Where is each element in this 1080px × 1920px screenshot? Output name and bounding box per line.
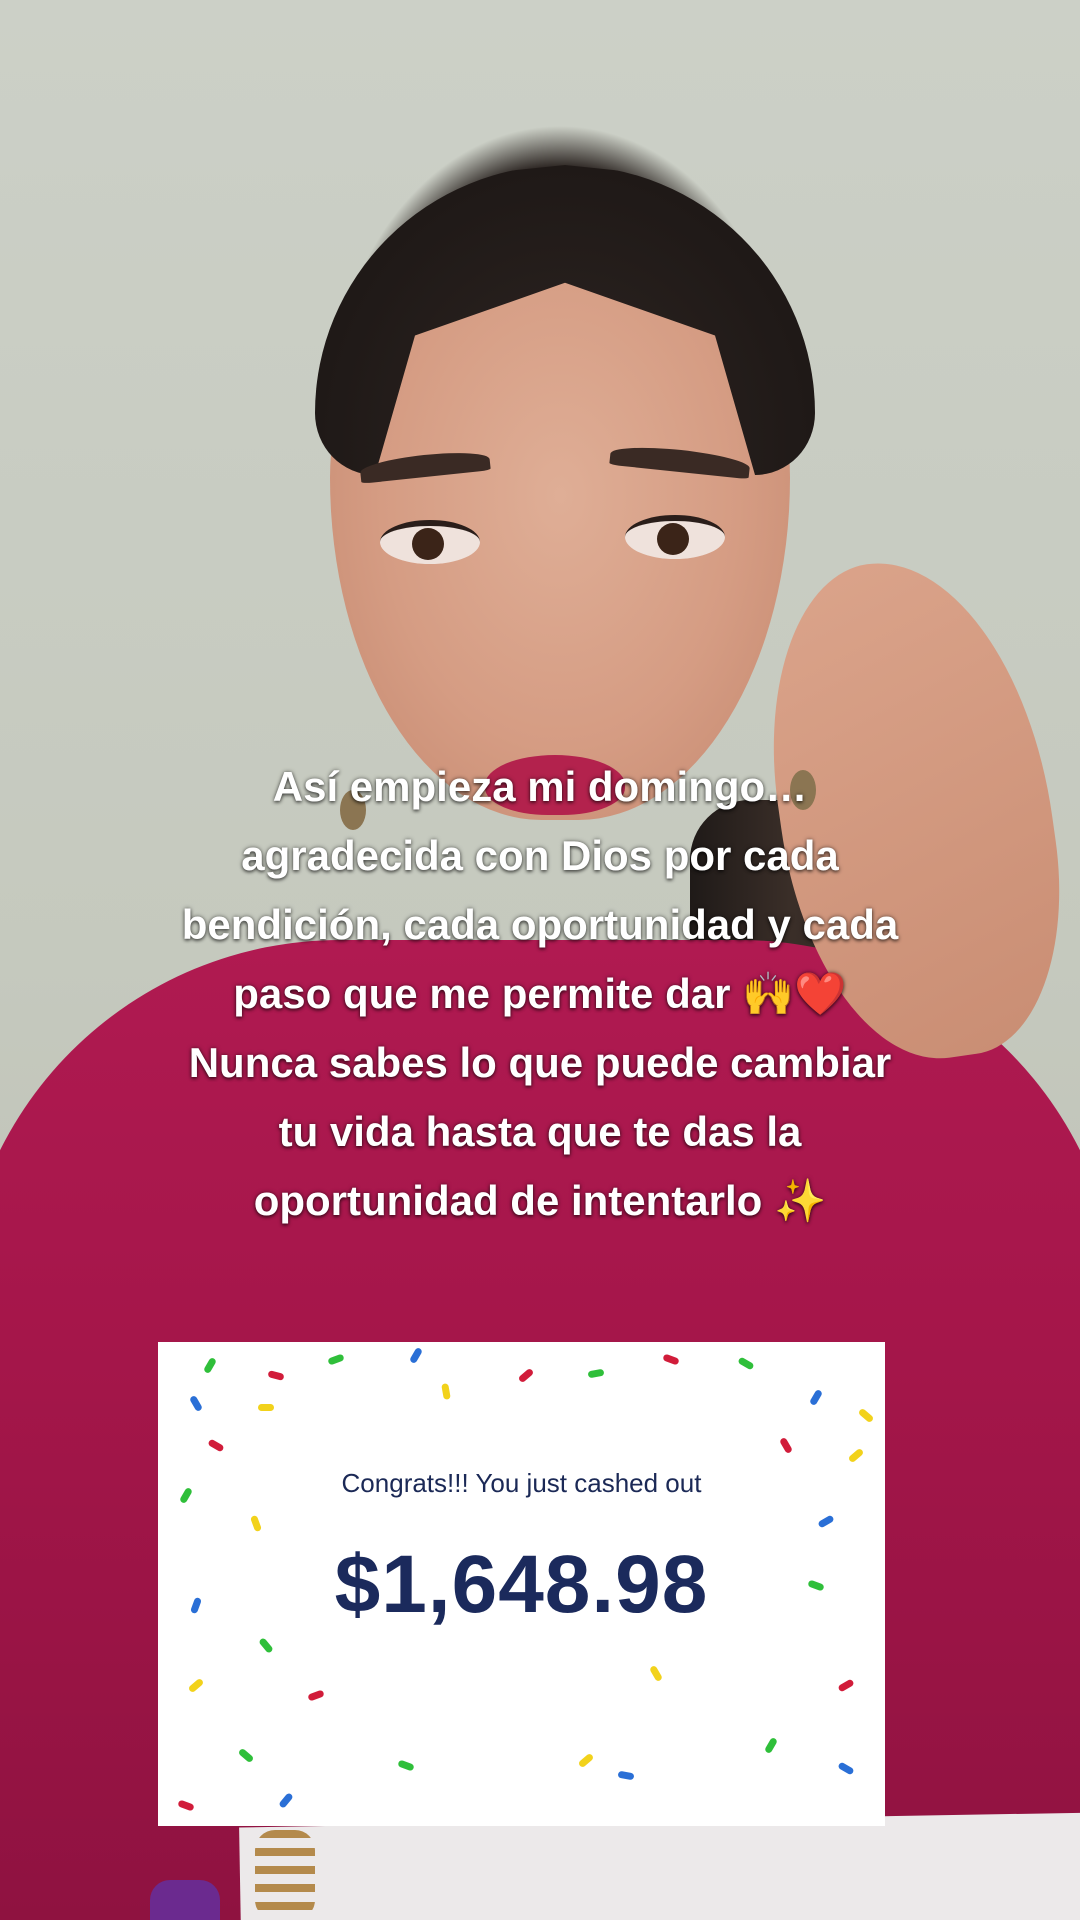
confetti-piece bbox=[397, 1759, 415, 1772]
confetti-piece bbox=[408, 1346, 424, 1365]
caption-line: bendición, cada oportunidad y cada bbox=[181, 901, 899, 948]
confetti-piece bbox=[237, 1747, 255, 1764]
confetti-piece bbox=[249, 1514, 263, 1533]
confetti-piece bbox=[187, 1677, 205, 1694]
confetti-piece bbox=[817, 1514, 835, 1529]
confetti-piece bbox=[847, 1447, 865, 1464]
confetti-piece bbox=[441, 1383, 451, 1400]
confetti-piece bbox=[258, 1404, 274, 1411]
notebook bbox=[239, 1812, 1080, 1920]
confetti-piece bbox=[207, 1438, 225, 1453]
confetti-piece bbox=[577, 1752, 595, 1769]
video-frame: Así empieza mi domingo… agradecida con D… bbox=[0, 0, 1080, 1920]
confetti-piece bbox=[307, 1689, 325, 1702]
confetti-piece bbox=[177, 1799, 195, 1812]
caption-line: paso que me permite dar 🙌❤️ bbox=[233, 970, 847, 1017]
caption-line: agradecida con Dios por cada bbox=[241, 832, 839, 879]
confetti-piece bbox=[648, 1664, 664, 1683]
confetti-piece bbox=[587, 1368, 605, 1379]
confetti-piece bbox=[778, 1436, 794, 1455]
caption-line: Nunca sabes lo que puede cambiar bbox=[188, 1039, 892, 1086]
caption-line: tu vida hasta que te das la bbox=[278, 1108, 802, 1155]
confetti-piece bbox=[763, 1736, 779, 1755]
confetti-piece bbox=[517, 1367, 535, 1384]
confetti-piece bbox=[617, 1770, 635, 1781]
cashout-amount: $1,648.98 bbox=[334, 1539, 709, 1630]
confetti-piece bbox=[267, 1370, 285, 1381]
confetti-piece bbox=[188, 1394, 204, 1413]
right-eye bbox=[625, 515, 725, 559]
left-eye bbox=[380, 520, 480, 564]
confetti-piece bbox=[327, 1353, 345, 1366]
notebook-spiral bbox=[255, 1830, 315, 1920]
confetti-piece bbox=[202, 1356, 218, 1375]
caption-line: Así empieza mi domingo… bbox=[272, 763, 808, 810]
caption-line: oportunidad de intentarlo ✨ bbox=[253, 1177, 827, 1224]
marker-pen bbox=[150, 1880, 220, 1920]
confetti-piece bbox=[857, 1407, 875, 1424]
confetti-piece bbox=[278, 1792, 294, 1809]
congrats-message: Congrats!!! You just cashed out bbox=[341, 1468, 702, 1498]
confetti-piece bbox=[662, 1353, 680, 1366]
confetti-piece bbox=[258, 1637, 274, 1654]
confetti-piece bbox=[837, 1761, 855, 1776]
confetti-piece bbox=[837, 1678, 855, 1693]
confetti-piece bbox=[808, 1388, 824, 1407]
video-caption: Así empieza mi domingo… agradecida con D… bbox=[60, 752, 1020, 1235]
confetti-piece bbox=[737, 1356, 755, 1371]
cashout-card: Congrats!!! You just cashed out $1,648.9… bbox=[158, 1342, 885, 1826]
